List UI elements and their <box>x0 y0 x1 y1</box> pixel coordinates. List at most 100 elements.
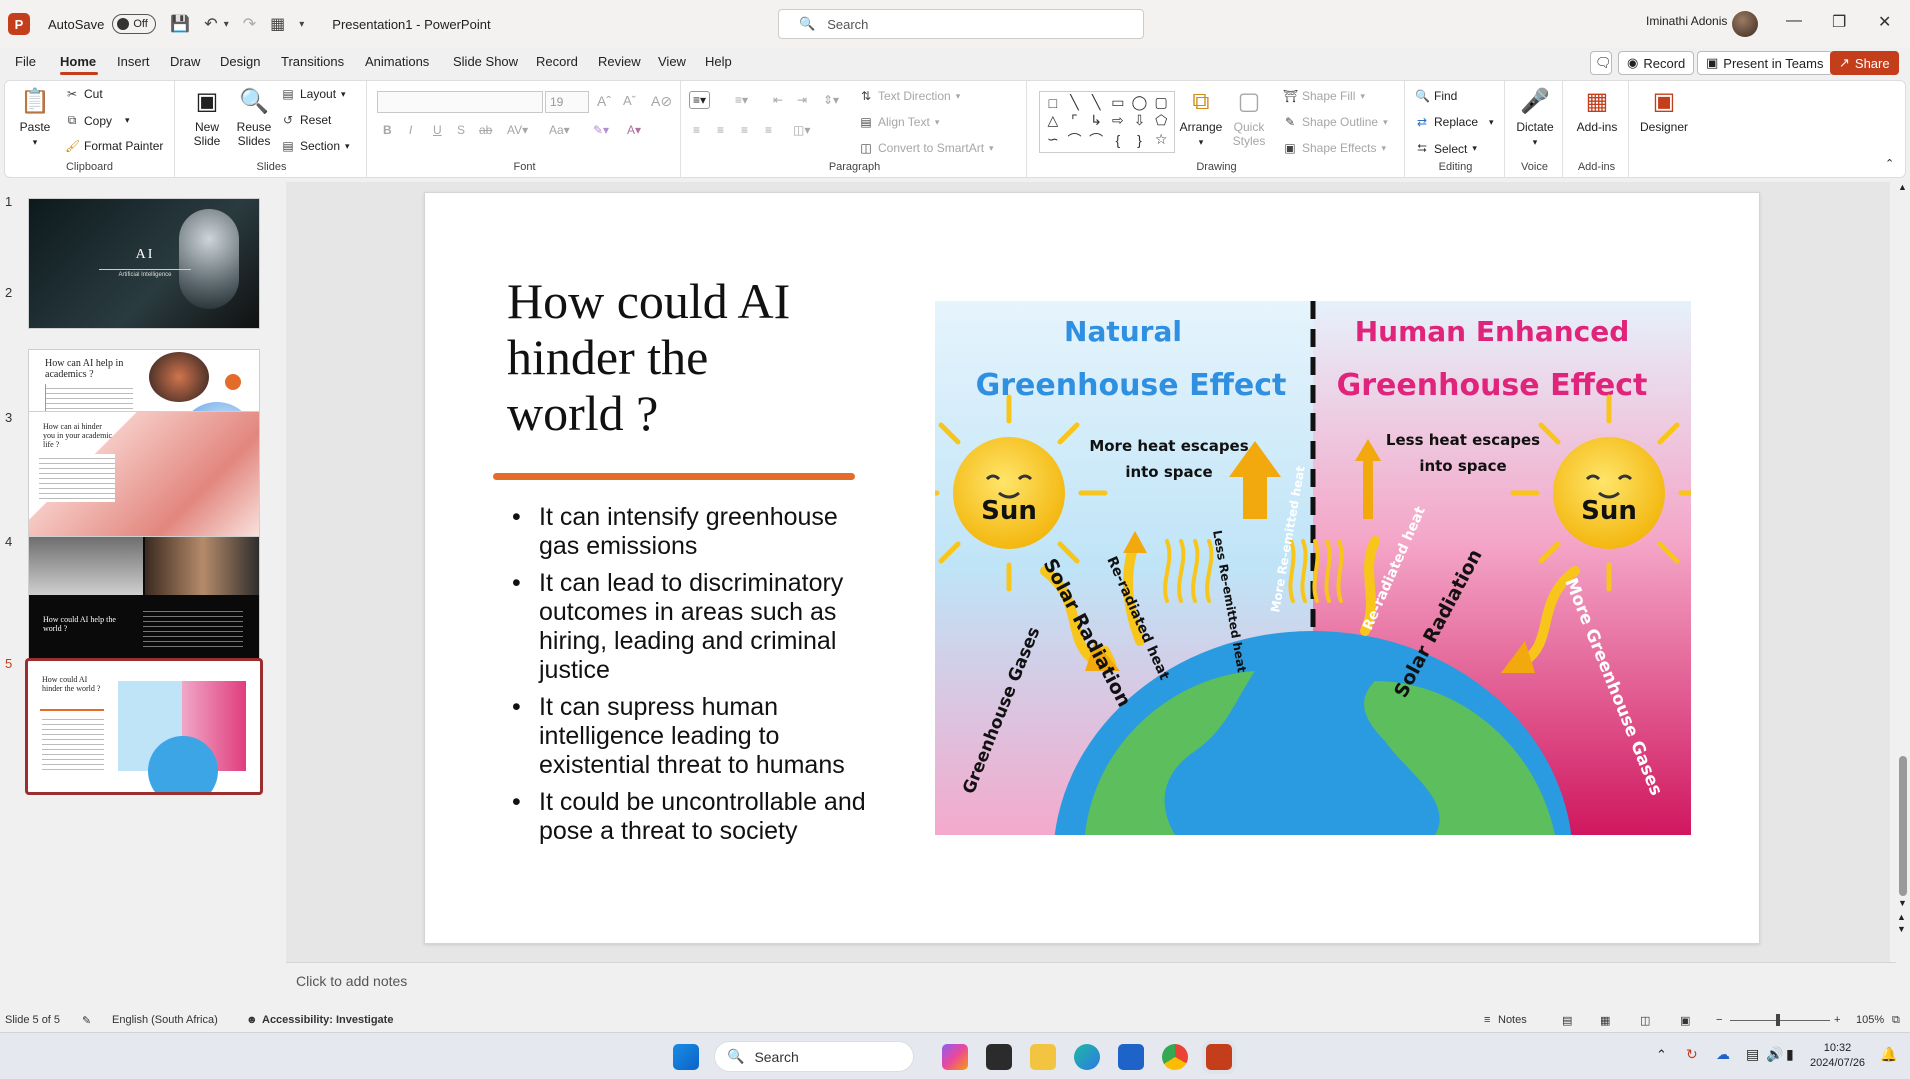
text-direction-button[interactable]: ⇅ Text Direction ▾ <box>859 89 960 103</box>
undo-icon[interactable]: ↶ <box>204 14 217 34</box>
decrease-indent-icon[interactable]: ⇤ <box>773 93 783 107</box>
edge-icon[interactable] <box>1074 1044 1100 1070</box>
record-button[interactable]: ◉ Record <box>1618 51 1695 75</box>
tab-insert[interactable]: Insert <box>117 54 150 69</box>
store-icon[interactable] <box>1118 1044 1144 1070</box>
paste-button[interactable]: 📋 Paste ▾ <box>13 87 57 149</box>
arrange-button[interactable]: ⧉ Arrange ▾ <box>1179 87 1223 149</box>
restore-icon[interactable]: ❐ <box>1832 12 1846 32</box>
reuse-slides-button[interactable]: 🔍 Reuse Slides <box>233 87 275 148</box>
section-button[interactable]: ▤ Section ▾ <box>281 139 349 153</box>
accessibility-icon[interactable]: ☻ <box>246 1014 258 1026</box>
taskbar-search[interactable]: 🔍 Search <box>714 1041 914 1072</box>
close-icon[interactable]: ✕ <box>1878 12 1891 32</box>
thumbnail-slide-3[interactable]: How can ai hinder you in your academic l… <box>28 411 260 542</box>
greenhouse-effect-illustration[interactable]: Natural Greenhouse Effect Human Enhanced… <box>935 301 1691 835</box>
align-left-icon[interactable]: ≡ <box>693 123 700 137</box>
spell-check-icon[interactable]: ✎ <box>82 1014 91 1027</box>
align-text-button[interactable]: ▤ Align Text ▾ <box>859 115 939 129</box>
line2-shape-icon[interactable]: ╲ <box>1092 94 1100 111</box>
vertical-scrollbar[interactable]: ▲ ▼ ▲ ▼ <box>1896 182 1910 938</box>
tab-draw[interactable]: Draw <box>170 54 200 69</box>
bullets-icon[interactable]: ≡▾ <box>689 91 711 109</box>
rect-shape-icon[interactable]: ▭ <box>1111 94 1124 111</box>
previous-slide-icon[interactable]: ▲ <box>1897 912 1906 922</box>
zoom-slider-thumb[interactable] <box>1776 1014 1780 1026</box>
present-in-teams-button[interactable]: ▣ Present in Teams <box>1697 51 1833 75</box>
chrome-icon[interactable] <box>1162 1044 1188 1070</box>
arc-shape-icon[interactable]: ⌒ <box>1089 130 1103 150</box>
autosave-toggle[interactable]: Off <box>112 14 157 34</box>
increase-indent-icon[interactable]: ⇥ <box>797 93 807 107</box>
justify-icon[interactable]: ≡ <box>765 123 772 137</box>
brace-left-shape-icon[interactable]: { <box>1115 132 1120 148</box>
scroll-down-icon[interactable]: ▼ <box>1898 898 1907 908</box>
cut-button[interactable]: ✂ Cut <box>65 87 103 101</box>
start-from-beginning-icon[interactable]: ▦ <box>270 14 285 34</box>
bullet-list[interactable]: It can intensify greenhouse gas emission… <box>509 503 869 854</box>
elbow-shape-icon[interactable]: ⌜ <box>1071 112 1078 129</box>
next-slide-icon[interactable]: ▼ <box>1897 924 1906 934</box>
sync-icon[interactable]: ↻ <box>1686 1046 1698 1063</box>
designer-button[interactable]: ▣ Designer <box>1637 87 1691 134</box>
oval-shape-icon[interactable]: ◯ <box>1132 94 1148 111</box>
minimize-icon[interactable]: — <box>1786 12 1802 30</box>
fit-to-window-icon[interactable]: ⧉ <box>1892 1014 1900 1027</box>
zoom-out-icon[interactable]: − <box>1716 1014 1722 1026</box>
reset-button[interactable]: ↺ Reset <box>281 113 331 127</box>
redo-icon[interactable]: ↷ <box>243 14 256 34</box>
font-color-icon[interactable]: A▾ <box>627 123 641 137</box>
arrow-down-shape-icon[interactable]: ⇩ <box>1134 112 1146 129</box>
shapes-gallery[interactable]: □ ╲ ╲ ▭ ◯ ▢ △ ⌜ ↳ ⇨ ⇩ ⬠ ∽ ⌒ ⌒ {} ☆ <box>1039 91 1175 153</box>
character-spacing-icon[interactable]: AV▾ <box>507 123 528 137</box>
avatar[interactable] <box>1732 11 1758 37</box>
shape-effects-button[interactable]: ▣ Shape Effects ▾ <box>1283 141 1386 155</box>
copilot-icon[interactable] <box>942 1044 968 1070</box>
strikethrough-icon[interactable]: ab <box>479 123 492 137</box>
zoom-in-icon[interactable]: + <box>1834 1014 1840 1026</box>
layout-button[interactable]: ▤ Layout ▾ <box>281 87 345 101</box>
notification-bell-icon[interactable]: 🔔 <box>1880 1046 1897 1063</box>
file-explorer-icon[interactable] <box>1030 1044 1056 1070</box>
zoom-slider-track[interactable] <box>1730 1020 1830 1021</box>
undo-dropdown-icon[interactable]: ▾ <box>224 19 229 30</box>
battery-icon[interactable]: ▮ <box>1786 1046 1794 1063</box>
numbering-icon[interactable]: ≡▾ <box>735 93 748 107</box>
align-right-icon[interactable]: ≡ <box>741 123 748 137</box>
user-name[interactable]: Iminathi Adonis <box>1646 14 1727 28</box>
columns-icon[interactable]: ◫▾ <box>793 123 810 137</box>
shape-fill-button[interactable]: ⛩ Shape Fill ▾ <box>1283 89 1365 103</box>
select-button[interactable]: ⮀ Select ▾ <box>1415 141 1477 156</box>
notes-toggle[interactable]: Notes <box>1498 1014 1527 1026</box>
notes-icon[interactable]: ≡ <box>1484 1014 1490 1026</box>
slideshow-view-icon[interactable]: ▣ <box>1680 1014 1690 1027</box>
textbox-shape-icon[interactable]: □ <box>1049 95 1057 111</box>
tab-home[interactable]: Home <box>60 54 96 69</box>
italic-icon[interactable]: I <box>409 123 412 137</box>
normal-view-icon[interactable]: ▤ <box>1562 1014 1572 1027</box>
tab-review[interactable]: Review <box>598 54 641 69</box>
new-slide-button[interactable]: ▣ New Slide <box>185 87 229 148</box>
task-view-icon[interactable] <box>986 1044 1012 1070</box>
language-status[interactable]: English (South Africa) <box>112 1014 218 1026</box>
collapse-ribbon-icon[interactable]: ⌃ <box>1885 157 1894 170</box>
arrow-right-shape-icon[interactable]: ⇨ <box>1112 112 1124 129</box>
line-spacing-icon[interactable]: ⇕▾ <box>823 93 839 107</box>
shadow-icon[interactable]: S <box>457 123 465 137</box>
tab-animations[interactable]: Animations <box>365 54 429 69</box>
tab-record[interactable]: Record <box>536 54 578 69</box>
customize-toolbar-icon[interactable]: ▾ <box>299 19 304 30</box>
volume-icon[interactable]: 🔊 <box>1766 1046 1783 1063</box>
save-icon[interactable]: 💾 <box>170 14 190 34</box>
freeform-shape-icon[interactable]: ∽ <box>1047 131 1059 148</box>
clear-formatting-icon[interactable]: A⊘ <box>651 93 672 110</box>
slide-sorter-icon[interactable]: ▦ <box>1600 1014 1610 1027</box>
align-center-icon[interactable]: ≡ <box>717 123 724 137</box>
tab-help[interactable]: Help <box>705 54 732 69</box>
tab-slide-show[interactable]: Slide Show <box>453 54 518 69</box>
thumbnail-slide-5[interactable]: How could AI hinder the world ? <box>25 658 263 795</box>
accessibility-status[interactable]: Accessibility: Investigate <box>262 1014 393 1026</box>
replace-button[interactable]: ⇄ Replace ▾ <box>1415 115 1494 129</box>
change-case-icon[interactable]: Aa▾ <box>549 123 570 137</box>
tab-design[interactable]: Design <box>220 54 260 69</box>
